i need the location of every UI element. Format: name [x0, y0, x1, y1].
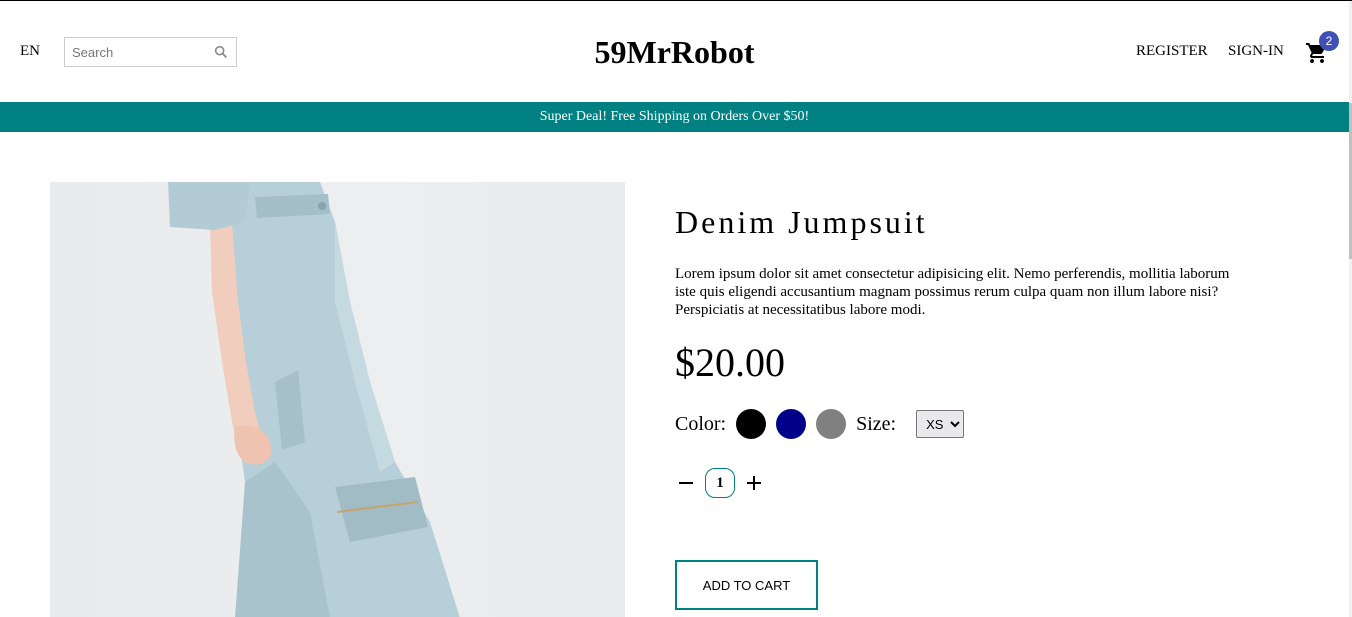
product-description: Lorem ipsum dolor sit amet consectetur a…: [675, 266, 1230, 318]
color-label: Color:: [675, 412, 727, 435]
quantity-stepper: 1: [675, 468, 1255, 498]
cart-count-badge: 2: [1319, 31, 1339, 51]
quantity-value: 1: [705, 468, 735, 498]
register-link[interactable]: REGISTER: [1136, 43, 1208, 60]
plus-icon[interactable]: [743, 472, 765, 494]
product-filters: Color: Size: XS: [675, 408, 1255, 440]
navbar: EN 59MrRobot REGISTER SIGN-IN 2: [0, 1, 1349, 102]
signin-link[interactable]: SIGN-IN: [1228, 43, 1284, 60]
search-container: [64, 37, 237, 67]
product-image: [50, 182, 625, 617]
product-info: Denim Jumpsuit Lorem ipsum dolor sit ame…: [675, 182, 1255, 610]
product-title: Denim Jumpsuit: [675, 204, 928, 240]
jumpsuit-illustration: [168, 182, 460, 617]
color-swatch-black[interactable]: [736, 409, 767, 439]
size-label: Size:: [856, 412, 897, 435]
search-icon[interactable]: [213, 44, 229, 60]
site-logo[interactable]: 59MrRobot: [595, 34, 755, 70]
color-swatch-gray[interactable]: [816, 409, 847, 439]
product-price: $20.00: [675, 340, 785, 385]
size-select[interactable]: XS: [916, 410, 965, 438]
search-input[interactable]: [65, 39, 205, 65]
add-to-cart-button[interactable]: ADD TO CART: [675, 560, 818, 610]
language-selector[interactable]: EN: [20, 43, 40, 60]
minus-icon[interactable]: [675, 472, 697, 494]
color-swatch-darkblue[interactable]: [776, 409, 807, 439]
announcement-bar: Super Deal! Free Shipping on Orders Over…: [0, 102, 1349, 132]
